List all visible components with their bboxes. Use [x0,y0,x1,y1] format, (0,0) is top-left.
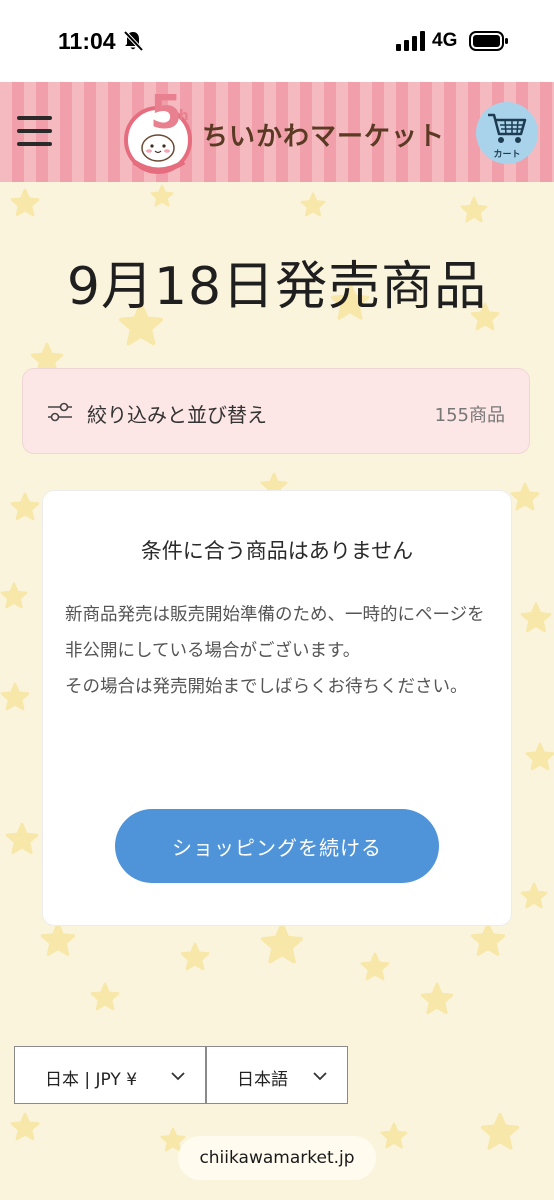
badge-suffix: th [172,108,189,124]
signal-icon [396,31,425,51]
star-icon [480,1112,520,1150]
star-icon [520,882,548,909]
cart-label: カート [493,150,521,160]
country-currency-value: 日本 | JPY ¥ [45,1070,138,1090]
status-time: 11:04 [58,28,116,54]
site-logo[interactable]: 5 th ちいかわマーケット [122,86,444,178]
country-currency-select[interactable]: 日本 | JPY ¥ [14,1046,206,1104]
product-count: 155商品 [434,405,505,426]
continue-shopping-button[interactable]: ショッピングを続ける [115,809,439,883]
chevron-down-icon [313,1072,327,1081]
star-icon [460,196,488,223]
page-title: 9月18日発売商品 [66,257,488,317]
logo-wordmark: ちいかわマーケット [202,122,446,152]
menu-icon [17,116,52,120]
status-bar: 11:04 4G [0,0,554,82]
star-icon [180,942,210,971]
star-icon [0,582,28,609]
filter-sliders-icon [48,402,72,422]
hamburger-menu-button[interactable] [14,112,56,152]
star-icon [420,982,454,1015]
star-icon [360,952,390,981]
bell-off-icon [123,30,144,52]
site-header: 5 th ちいかわマーケット カート [0,82,554,182]
filter-sort-label: 絞り込みと並び替え [87,403,267,427]
cart-icon [488,113,527,143]
empty-state-paragraph-1: 新商品発売は販売開始準備のため、一時的にページを非公開にしている場合がございます… [65,605,485,661]
browser-url-bar[interactable]: chiikawamarket.jp [178,1136,376,1180]
language-value: 日本語 [237,1070,288,1090]
star-icon [10,1112,40,1141]
anniversary-badge: 5 th [124,86,192,174]
star-icon [380,1122,408,1149]
star-icon [260,922,304,964]
star-icon [40,922,76,956]
star-icon [10,492,40,521]
network-type: 4G [432,30,458,51]
battery-icon [469,31,508,51]
star-icon [510,482,540,511]
star-icon [0,682,30,711]
cart-button[interactable]: カート [476,102,538,164]
language-select[interactable]: 日本語 [206,1046,348,1104]
star-icon [150,184,174,207]
empty-state-title: 条件に合う商品はありません [140,539,414,563]
star-icon [90,982,120,1011]
empty-state-card: 条件に合う商品はありません 新商品発売は販売開始準備のため、一時的にページを非公… [42,490,512,926]
star-icon [470,922,506,956]
star-icon [5,822,39,855]
star-icon [525,742,554,771]
filter-sort-bar[interactable]: 絞り込みと並び替え 155商品 [22,368,530,454]
empty-state-paragraph-2: その場合は発売開始までしばらくお待ちください。 [65,677,468,697]
star-icon [520,602,552,633]
star-icon [10,188,40,217]
empty-state-message: 新商品発売は販売開始準備のため、一時的にページを非公開にしている場合がございます… [65,597,495,705]
chevron-down-icon [171,1072,185,1081]
star-icon [300,192,326,217]
